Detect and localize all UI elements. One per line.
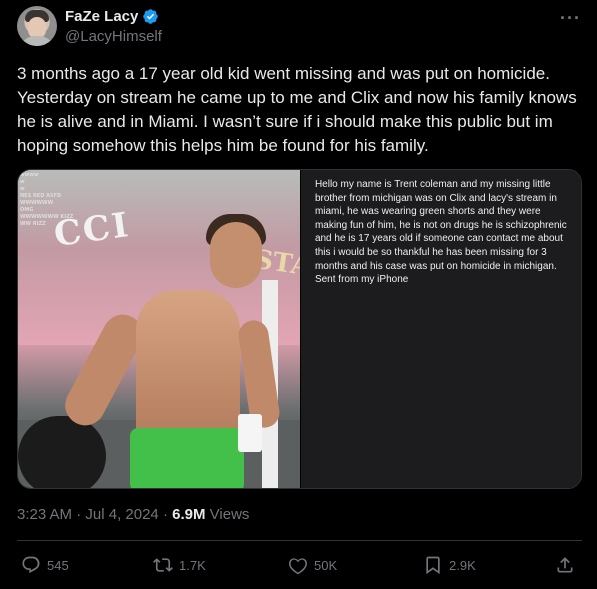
like-button[interactable]: 50K [288, 552, 337, 578]
tweet-meta: 3:23 AM · Jul 4, 2024 · 6.9M Views [17, 506, 249, 523]
share-button[interactable] [555, 552, 575, 578]
views-count: 6.9M [172, 506, 206, 523]
repost-icon [153, 558, 173, 572]
share-icon [557, 557, 573, 573]
media-photo[interactable]: CCI STAR wwww w w NES RED ASFD WWWWWW OM… [18, 170, 300, 488]
action-bar: 545 1.7K 50K 2.9K [17, 552, 582, 578]
tweet: FaZe Lacy @LacyHimself ··· 3 months ago … [0, 0, 597, 589]
tweet-date[interactable]: Jul 4, 2024 [85, 506, 158, 523]
tweet-text: 3 months ago a 17 year old kid went miss… [17, 64, 577, 155]
like-count: 50K [314, 557, 338, 573]
tweet-header: FaZe Lacy @LacyHimself ··· [17, 6, 581, 48]
heart-icon [288, 558, 308, 575]
meta-separator: · [162, 506, 168, 523]
media-note-screenshot[interactable]: Hello my name is Trent coleman and my mi… [299, 170, 581, 488]
reply-button[interactable]: 545 [21, 552, 69, 578]
bookmark-button[interactable]: 2.9K [423, 552, 476, 578]
avatar[interactable] [17, 6, 57, 46]
views-label: Views [209, 506, 250, 523]
repost-count: 1.7K [179, 557, 206, 573]
tweet-time[interactable]: 3:23 AM [17, 506, 72, 523]
reply-icon [22, 556, 40, 574]
tweet-media[interactable]: CCI STAR wwww w w NES RED ASFD WWWWWW OM… [17, 169, 582, 489]
meta-separator: · [76, 506, 82, 523]
more-options-icon[interactable]: ··· [560, 8, 581, 29]
repost-button[interactable]: 1.7K [153, 552, 206, 578]
verified-badge-icon [143, 9, 159, 24]
reply-count: 545 [47, 557, 69, 573]
bookmark-count: 2.9K [449, 557, 476, 573]
stream-chat-overlay: wwww w w NES RED ASFD WWWWWW OMG WWWWWWW… [20, 172, 74, 227]
author-display-name[interactable]: FaZe Lacy [65, 8, 138, 25]
bookmark-icon [426, 556, 440, 575]
author-names: FaZe Lacy @LacyHimself [65, 8, 162, 45]
author-handle[interactable]: @LacyHimself [65, 28, 162, 45]
note-text: Hello my name is Trent coleman and my mi… [314, 179, 567, 286]
divider [17, 540, 582, 541]
